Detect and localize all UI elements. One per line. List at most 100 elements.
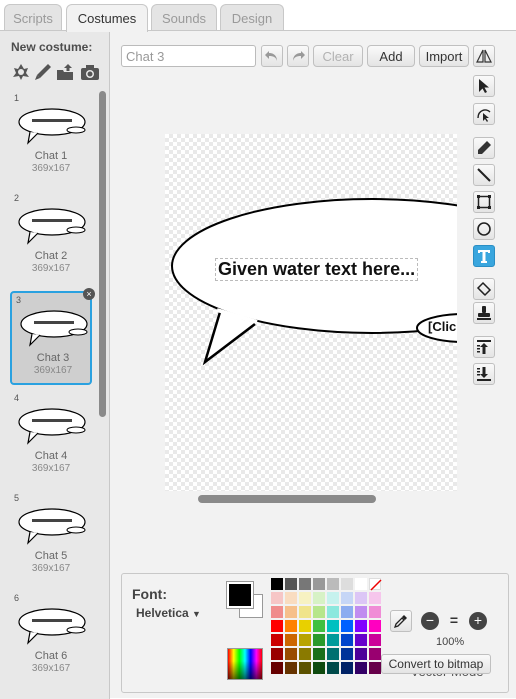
zoom-reset-icon[interactable]: = [445, 612, 463, 630]
palette-color-swatch[interactable] [341, 606, 353, 618]
palette-color-swatch[interactable] [341, 662, 353, 674]
palette-color-swatch[interactable] [285, 592, 297, 604]
text-tool-icon[interactable] [473, 245, 495, 267]
palette-color-swatch[interactable] [327, 620, 339, 632]
font-dropdown[interactable]: Helvetica ▼ [136, 606, 201, 620]
palette-color-swatch[interactable] [299, 606, 311, 618]
costume-name-input[interactable] [121, 45, 256, 67]
palette-color-swatch[interactable] [369, 662, 381, 674]
palette-color-swatch[interactable] [355, 662, 367, 674]
palette-color-swatch[interactable] [271, 662, 283, 674]
palette-color-swatch[interactable] [271, 634, 283, 646]
palette-color-swatch[interactable] [327, 578, 339, 590]
palette-color-swatch[interactable] [285, 662, 297, 674]
pencil-tool-icon[interactable] [473, 137, 495, 159]
palette-color-swatch[interactable] [341, 648, 353, 660]
palette-color-swatch[interactable] [299, 662, 311, 674]
palette-color-swatch[interactable] [299, 620, 311, 632]
paint-canvas[interactable]: Given water text here... [Click [165, 134, 457, 491]
palette-color-swatch[interactable] [369, 620, 381, 632]
palette-color-swatch[interactable] [299, 648, 311, 660]
palette-color-swatch[interactable] [341, 620, 353, 632]
palette-color-swatch[interactable] [285, 648, 297, 660]
costume-item-4[interactable]: 4 Chat 4 369x167 [10, 391, 92, 485]
palette-color-swatch[interactable] [355, 578, 367, 590]
palette-color-swatch[interactable] [313, 648, 325, 660]
add-button[interactable]: Add [367, 45, 415, 67]
paint-new-icon[interactable] [33, 62, 53, 82]
transparent-color-swatch[interactable] [369, 578, 382, 591]
flip-horizontal-icon[interactable] [473, 45, 495, 67]
palette-color-swatch[interactable] [299, 578, 311, 590]
fill-tool-icon[interactable] [473, 278, 495, 300]
palette-color-swatch[interactable] [285, 578, 297, 590]
zoom-out-icon[interactable]: − [421, 612, 439, 630]
bring-forward-icon[interactable] [473, 336, 495, 358]
camera-icon[interactable] [80, 62, 100, 82]
tab-costumes[interactable]: Costumes [66, 4, 148, 32]
palette-color-swatch[interactable] [327, 606, 339, 618]
costume-item-1[interactable]: 1 Chat 1 369x167 [10, 91, 92, 185]
palette-color-swatch[interactable] [285, 606, 297, 618]
costume-item-5[interactable]: 5 Chat 5 369x167 [10, 491, 92, 585]
palette-color-swatch[interactable] [271, 648, 283, 660]
palette-color-swatch[interactable] [355, 592, 367, 604]
palette-color-swatch[interactable] [369, 592, 381, 604]
palette-color-swatch[interactable] [341, 634, 353, 646]
palette-color-swatch[interactable] [355, 634, 367, 646]
zoom-in-icon[interactable]: + [469, 612, 487, 630]
palette-color-swatch[interactable] [327, 662, 339, 674]
send-backward-icon[interactable] [473, 363, 495, 385]
palette-color-swatch[interactable] [313, 578, 325, 590]
palette-color-swatch[interactable] [355, 648, 367, 660]
rectangle-tool-icon[interactable] [473, 191, 495, 213]
palette-color-swatch[interactable] [355, 620, 367, 632]
palette-color-swatch[interactable] [271, 620, 283, 632]
stamp-tool-icon[interactable] [473, 302, 495, 324]
costume-item-2[interactable]: 2 Chat 2 369x167 [10, 191, 92, 285]
palette-color-swatch[interactable] [313, 592, 325, 604]
palette-color-swatch[interactable] [369, 606, 381, 618]
primary-color-swatch[interactable] [227, 582, 253, 608]
palette-color-swatch[interactable] [271, 578, 283, 590]
palette-color-swatch[interactable] [341, 592, 353, 604]
palette-color-swatch[interactable] [299, 634, 311, 646]
palette-color-swatch[interactable] [327, 592, 339, 604]
eyedropper-icon[interactable] [390, 610, 412, 632]
palette-color-swatch[interactable] [313, 634, 325, 646]
reshape-tool-icon[interactable] [473, 103, 495, 125]
bubble-text[interactable]: Given water text here... [215, 258, 419, 281]
palette-color-swatch[interactable] [271, 592, 283, 604]
color-spectrum-picker[interactable] [227, 648, 263, 680]
palette-color-swatch[interactable] [327, 634, 339, 646]
redo-icon[interactable] [287, 45, 309, 67]
palette-color-swatch[interactable] [355, 606, 367, 618]
palette-color-swatch[interactable] [271, 606, 283, 618]
palette-color-swatch[interactable] [341, 578, 353, 590]
canvas-horizontal-scrollbar[interactable] [198, 495, 376, 503]
convert-to-bitmap-button[interactable]: Convert to bitmap [381, 654, 491, 674]
palette-color-swatch[interactable] [313, 606, 325, 618]
palette-color-swatch[interactable] [327, 648, 339, 660]
tab-scripts[interactable]: Scripts [4, 4, 62, 31]
palette-color-swatch[interactable] [313, 662, 325, 674]
paint-from-library-icon[interactable] [11, 62, 31, 82]
upload-icon[interactable] [55, 62, 75, 82]
palette-color-swatch[interactable] [285, 620, 297, 632]
delete-costume-icon[interactable]: × [83, 288, 95, 300]
palette-color-swatch[interactable] [369, 648, 381, 660]
palette-color-swatch[interactable] [313, 620, 325, 632]
line-tool-icon[interactable] [473, 164, 495, 186]
costume-item-6[interactable]: 6 Chat 6 369x167 [10, 591, 92, 685]
ellipse-tool-icon[interactable] [473, 218, 495, 240]
undo-icon[interactable] [261, 45, 283, 67]
palette-color-swatch[interactable] [369, 634, 381, 646]
tab-design[interactable]: Design [220, 4, 284, 31]
clear-button[interactable]: Clear [313, 45, 363, 67]
select-tool-icon[interactable] [473, 75, 495, 97]
palette-color-swatch[interactable] [285, 634, 297, 646]
import-button[interactable]: Import [419, 45, 469, 67]
costume-item-3[interactable]: 3 × Chat 3 369x167 [10, 288, 95, 385]
costume-list-scrollbar[interactable] [99, 91, 106, 417]
palette-color-swatch[interactable] [299, 592, 311, 604]
